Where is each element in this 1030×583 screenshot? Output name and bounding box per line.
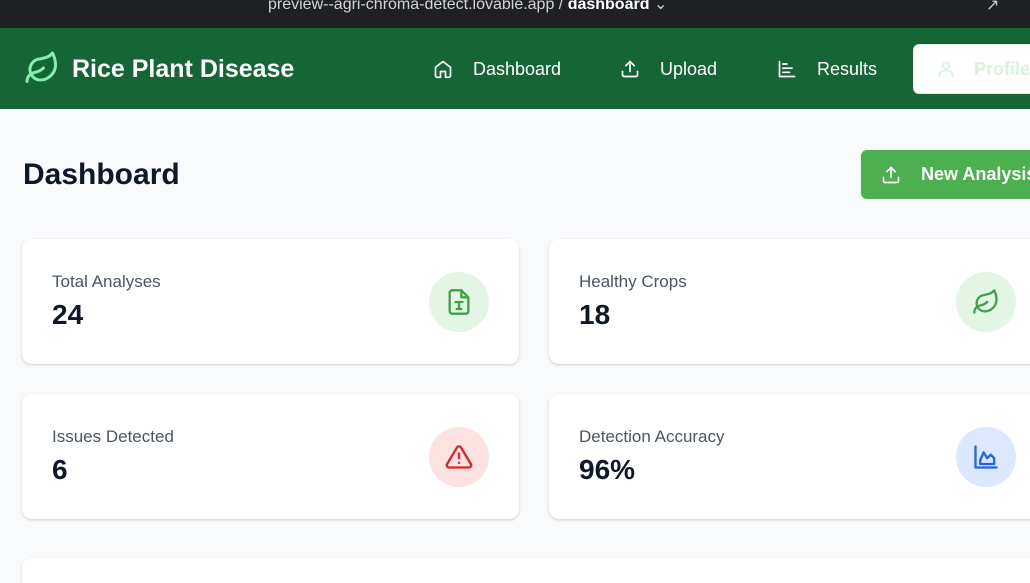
nav-item-label: Dashboard xyxy=(473,58,562,79)
stat-label: Detection Accuracy xyxy=(579,427,725,446)
stat-card-detection-accuracy: Detection Accuracy 96% xyxy=(549,394,1030,519)
stat-value: 18 xyxy=(579,299,611,330)
stat-label: Total Analyses xyxy=(52,272,161,291)
brand-title: Rice Plant Disease xyxy=(72,55,295,83)
chevron-down-icon[interactable]: ⌄ xyxy=(654,0,667,13)
url-page: dashboard xyxy=(567,0,650,13)
new-analysis-label: New Analysis xyxy=(921,164,1030,184)
home-icon xyxy=(434,60,452,79)
page-title: Dashboard xyxy=(23,158,180,191)
nav-item-results[interactable]: Results xyxy=(777,56,877,82)
upload-icon xyxy=(882,166,900,183)
leaf-icon xyxy=(973,289,998,314)
nav-item-label: Results xyxy=(817,58,878,79)
url-domain: preview--agri-chroma-detect.lovable.app … xyxy=(268,0,568,13)
content-card xyxy=(22,558,1030,583)
stat-value: 96% xyxy=(579,454,636,485)
stat-icon-badge xyxy=(956,272,1016,332)
nav-item-upload[interactable]: Upload xyxy=(620,56,717,82)
stat-card-healthy-crops: Healthy Crops 18 xyxy=(549,239,1030,364)
nav-item-dashboard[interactable]: Dashboard xyxy=(433,56,561,82)
nav-item-label: Upload xyxy=(660,58,718,79)
upload-icon xyxy=(621,60,639,78)
stat-value: 6 xyxy=(52,454,68,485)
stat-label: Issues Detected xyxy=(52,427,174,446)
share-icon[interactable]: ↗ xyxy=(986,0,999,15)
stat-icon-badge xyxy=(429,272,489,332)
stat-value: 24 xyxy=(52,299,84,330)
profile-label: Profile xyxy=(974,58,1030,79)
stat-card-total-analyses: Total Analyses 24 xyxy=(22,239,519,364)
alert-triangle-icon xyxy=(445,445,473,469)
bar-chart-icon xyxy=(778,60,796,78)
file-text-icon xyxy=(448,289,470,315)
stat-card-issues-detected: Issues Detected 6 xyxy=(22,394,519,519)
url-text[interactable]: preview--agri-chroma-detect.lovable.app … xyxy=(268,0,667,14)
stat-label: Healthy Crops xyxy=(579,272,687,291)
user-icon xyxy=(938,61,954,78)
stat-icon-badge xyxy=(956,427,1016,487)
profile-button[interactable]: Profile xyxy=(913,44,1030,94)
new-analysis-button[interactable]: New Analysis xyxy=(861,150,1030,199)
chart-icon xyxy=(974,445,998,469)
stat-icon-badge xyxy=(429,427,489,487)
top-navbar: Rice Plant Disease Dashboard Upload Resu… xyxy=(0,28,1030,109)
leaf-icon xyxy=(25,51,57,83)
browser-address-bar: preview--agri-chroma-detect.lovable.app … xyxy=(0,0,1030,28)
